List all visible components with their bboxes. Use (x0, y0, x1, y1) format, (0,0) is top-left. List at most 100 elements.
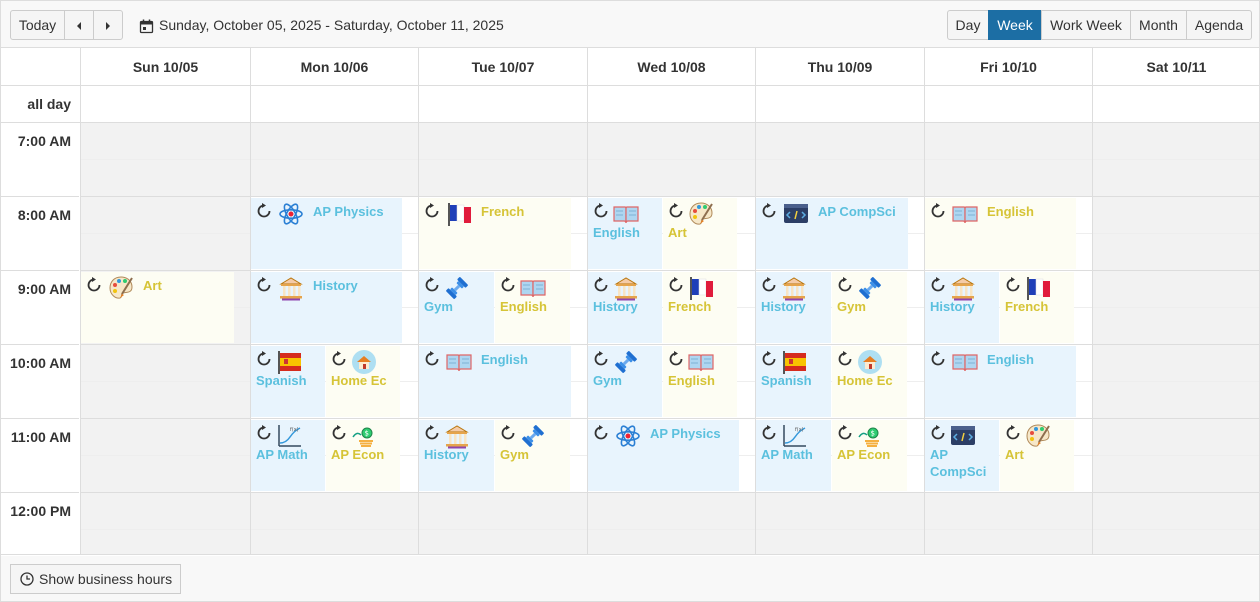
all-day-cell[interactable] (755, 86, 924, 123)
time-slot[interactable] (81, 382, 250, 419)
time-slot[interactable] (1093, 308, 1259, 345)
time-slot[interactable] (419, 160, 587, 197)
all-day-cell[interactable] (80, 86, 250, 123)
calendar-event[interactable]: History (251, 272, 402, 343)
calendar-event[interactable]: Home Ec (326, 346, 400, 417)
time-slot[interactable] (1093, 234, 1259, 271)
event-title: AP Math (761, 447, 813, 462)
time-slot[interactable] (588, 530, 755, 554)
calendar-event[interactable]: English (925, 346, 1076, 417)
time-slot[interactable] (588, 160, 755, 197)
time-slot[interactable] (81, 493, 250, 530)
time-slot[interactable] (251, 123, 418, 160)
calendar-event[interactable]: French (1000, 272, 1074, 343)
time-slot[interactable] (251, 493, 418, 530)
time-slot[interactable] (1093, 271, 1259, 308)
time-slot[interactable] (1093, 197, 1259, 234)
time-slot[interactable] (925, 493, 1092, 530)
time-slot[interactable] (1093, 530, 1259, 554)
all-day-cell[interactable] (250, 86, 418, 123)
date-range-picker[interactable]: Sunday, October 05, 2025 - Saturday, Oct… (139, 10, 504, 40)
next-button[interactable] (93, 10, 123, 40)
time-slot[interactable] (1093, 160, 1259, 197)
time-slot[interactable] (81, 197, 250, 234)
day-header: Sat 10/11 (1092, 48, 1260, 86)
time-slot[interactable] (419, 123, 587, 160)
time-slot[interactable] (1093, 123, 1259, 160)
time-slot[interactable] (1093, 456, 1259, 493)
all-day-cell[interactable] (587, 86, 755, 123)
calendar-event[interactable]: Gym (495, 420, 570, 491)
time-slot[interactable] (81, 123, 250, 160)
calendar-event[interactable]: French (663, 272, 737, 343)
calendar-event[interactable]: History (925, 272, 999, 343)
calendar-event[interactable]: Gym (832, 272, 907, 343)
show-business-hours-button[interactable]: Show business hours (10, 564, 182, 594)
day-header-row: Sun 10/05 Mon 10/06 Tue 10/07 Wed 10/08 Thu … (1, 48, 1259, 86)
calendar-icon (139, 19, 154, 33)
time-slot[interactable] (925, 160, 1092, 197)
time-slot[interactable] (756, 493, 924, 530)
calendar-event[interactable]: French (419, 198, 571, 269)
time-slot[interactable] (419, 493, 587, 530)
calendar-event[interactable]: AP Physics (251, 198, 402, 269)
time-slot[interactable] (81, 234, 250, 271)
time-slot[interactable] (1093, 382, 1259, 419)
time-slot[interactable] (588, 123, 755, 160)
calendar-event[interactable]: f(x) AP Math (251, 420, 325, 491)
all-day-cell[interactable] (418, 86, 587, 123)
calendar-event[interactable]: Home Ec (832, 346, 907, 417)
view-button-week[interactable]: Week (988, 10, 1042, 40)
time-slot[interactable] (1093, 493, 1259, 530)
calendar-event[interactable]: Gym (588, 346, 662, 417)
time-slot[interactable] (81, 160, 250, 197)
all-day-cell[interactable] (924, 86, 1092, 123)
time-slot[interactable] (756, 530, 924, 554)
time-slot[interactable] (81, 345, 250, 382)
time-slot[interactable] (756, 160, 924, 197)
event-title: History (593, 299, 638, 314)
calendar-event[interactable]: $ AP Econ (326, 420, 400, 491)
time-slot[interactable] (81, 419, 250, 456)
calendar-event[interactable]: Gym (419, 272, 494, 343)
time-slot[interactable] (419, 530, 587, 554)
calendar-event[interactable]: $ AP Econ (832, 420, 907, 491)
calendar-event[interactable]: Art (1000, 420, 1074, 491)
calendar-event[interactable]: Art (81, 272, 234, 343)
calendar-event[interactable]: Art (663, 198, 737, 269)
time-slot[interactable] (925, 530, 1092, 554)
calendar-event[interactable]: English (419, 346, 571, 417)
time-slot[interactable] (756, 123, 924, 160)
calendar-event[interactable]: History (419, 420, 494, 491)
calendar-event[interactable]: f(x) AP Math (756, 420, 831, 491)
svg-text:$: $ (365, 430, 369, 438)
calendar-event[interactable]: History (756, 272, 831, 343)
calendar-event[interactable]: AP CompSci (925, 420, 999, 491)
calendar-event[interactable]: AP Physics (588, 420, 739, 491)
today-button[interactable]: Today (10, 10, 65, 40)
recurring-icon (931, 203, 945, 218)
all-day-cell[interactable] (1092, 86, 1260, 123)
view-button-day[interactable]: Day (947, 10, 989, 40)
view-button-work-week[interactable]: Work Week (1041, 10, 1131, 40)
time-slot[interactable] (81, 456, 250, 493)
calendar-event[interactable]: English (588, 198, 662, 269)
time-slot[interactable] (251, 160, 418, 197)
calendar-event[interactable]: English (925, 198, 1076, 269)
calendar-event[interactable]: AP CompSci (756, 198, 908, 269)
calendar-event[interactable]: English (495, 272, 570, 343)
time-slot[interactable] (1093, 419, 1259, 456)
time-slot[interactable] (1093, 345, 1259, 382)
time-slot[interactable] (251, 530, 418, 554)
time-slot[interactable] (81, 530, 250, 554)
view-button-agenda[interactable]: Agenda (1186, 10, 1252, 40)
view-button-month[interactable]: Month (1130, 10, 1187, 40)
calendar-event[interactable]: Spanish (251, 346, 325, 417)
calendar-event[interactable]: English (663, 346, 737, 417)
previous-button[interactable] (64, 10, 94, 40)
calendar-event[interactable]: Spanish (756, 346, 831, 417)
calendar-event[interactable]: History (588, 272, 662, 343)
day-header: Thu 10/09 (755, 48, 924, 86)
time-slot[interactable] (588, 493, 755, 530)
time-slot[interactable] (925, 123, 1092, 160)
